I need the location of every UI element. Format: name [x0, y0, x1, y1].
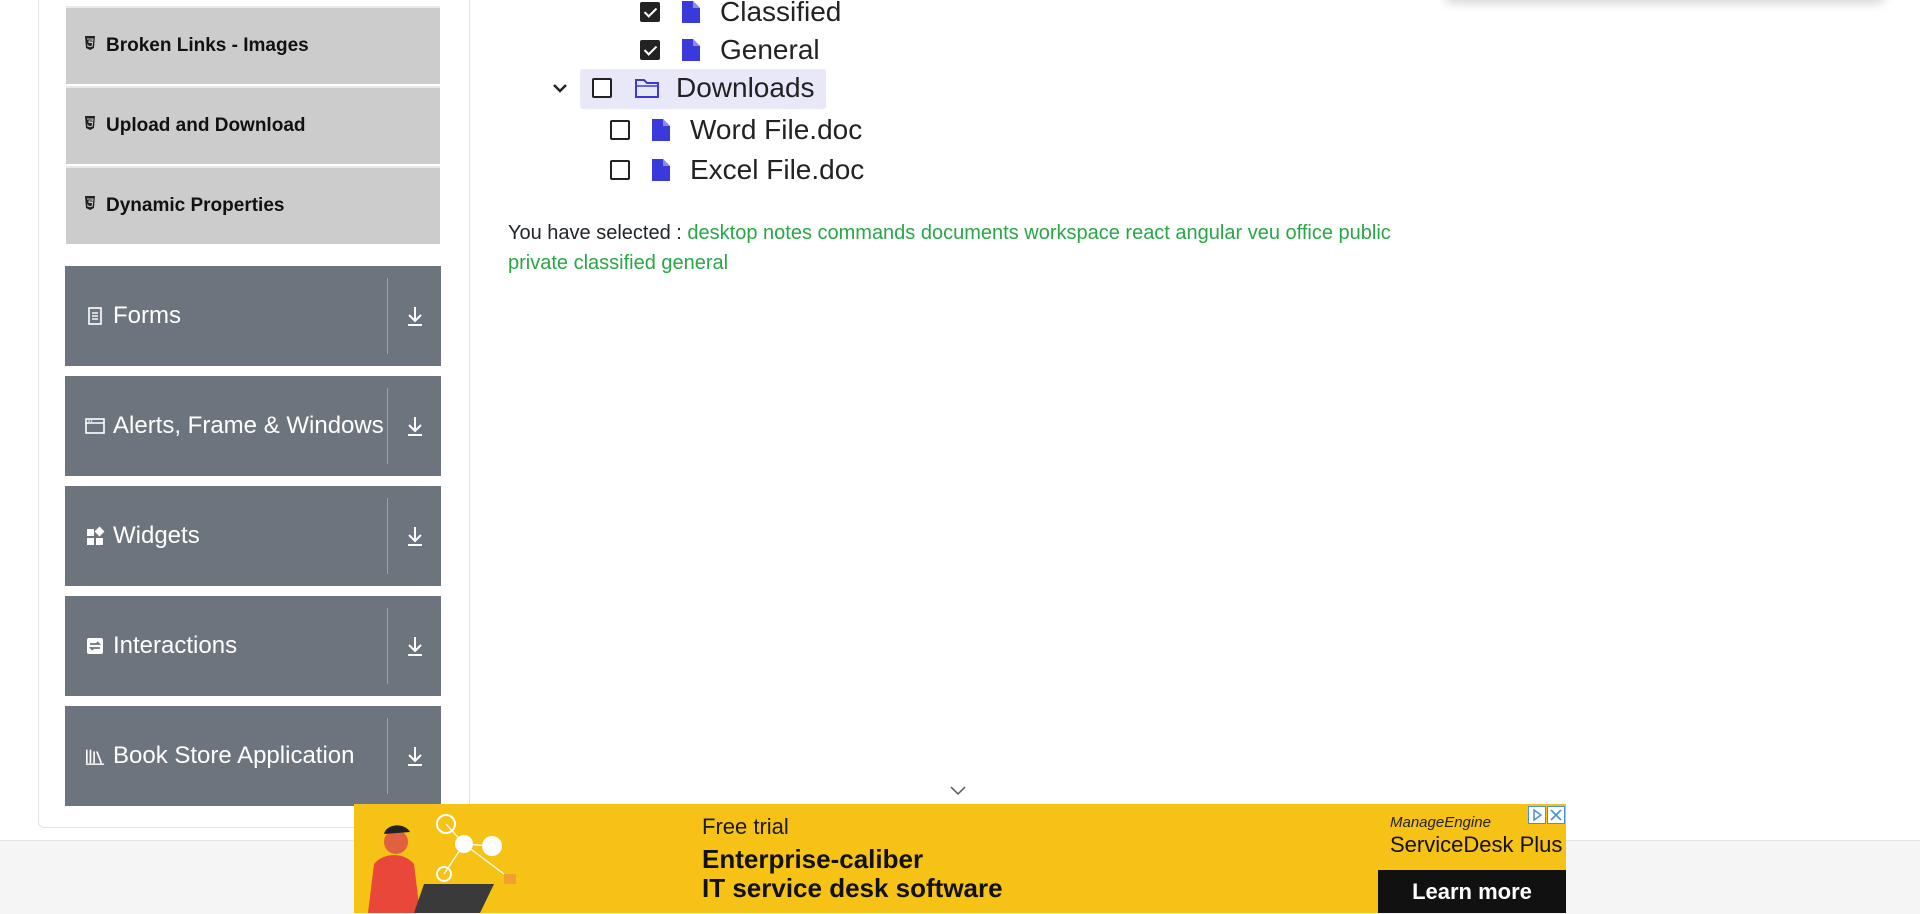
form-icon: [88, 307, 102, 325]
sidebar-group-label: Forms: [113, 302, 181, 329]
html5-icon: [85, 36, 95, 50]
interactions-icon: [87, 638, 103, 654]
chevron-down-icon[interactable]: [950, 786, 966, 796]
sidebar-item-dynamic-properties[interactable]: Dynamic Properties: [66, 166, 440, 244]
checkbox[interactable]: [640, 2, 660, 22]
tree-node-label: Classified: [720, 0, 842, 27]
sidebar-item-upload-download[interactable]: Upload and Download: [66, 86, 440, 164]
html5-icon: [85, 116, 95, 130]
result-items-line2: private classified general: [508, 252, 729, 274]
download-arrow-icon[interactable]: [405, 304, 425, 328]
divider: [387, 498, 388, 574]
selection-result: You have selected : desktop notes comman…: [508, 218, 1408, 278]
file-icon: [652, 159, 670, 181]
chevron-down-icon[interactable]: [550, 78, 570, 98]
sidebar-item-label: Dynamic Properties: [106, 195, 285, 216]
window-icon: [85, 418, 105, 434]
close-icon[interactable]: [1547, 806, 1565, 824]
divider: [387, 608, 388, 684]
widgets-icon: [87, 526, 105, 545]
checkbox[interactable]: [592, 78, 612, 98]
download-arrow-icon[interactable]: [405, 414, 425, 438]
tree-node-excel-file[interactable]: Excel File.doc: [610, 154, 864, 186]
tree-node-general[interactable]: General: [640, 34, 820, 66]
file-icon: [682, 1, 700, 23]
ad-brand-small: ManageEngine: [1390, 814, 1491, 831]
checkbox[interactable]: [610, 120, 630, 140]
file-icon: [682, 39, 700, 61]
divider: [387, 388, 388, 464]
checkbox[interactable]: [610, 160, 630, 180]
ad-brand-big: ServiceDesk Plus: [1390, 832, 1563, 857]
result-prefix: You have selected :: [508, 222, 682, 244]
tree-node-label: Downloads: [676, 72, 815, 103]
divider: [387, 718, 388, 794]
sidebar-item-label: Broken Links - Images: [106, 35, 309, 56]
ad-headline-2: IT service desk software: [702, 873, 1003, 903]
folder-icon: [635, 79, 659, 98]
download-arrow-icon[interactable]: [405, 634, 425, 658]
tree-node-word-file[interactable]: Word File.doc: [610, 114, 862, 146]
ad-free-trial: Free trial: [702, 814, 789, 839]
adchoices-icon[interactable]: [1528, 806, 1546, 824]
ad-headline-1: Enterprise-caliber: [702, 844, 924, 874]
checkbox[interactable]: [640, 40, 660, 60]
divider: [387, 278, 388, 354]
tree-node-label: Excel File.doc: [690, 154, 865, 185]
sidebar-group-label: Interactions: [113, 632, 238, 659]
sidebar-group-label: Alerts, Frame & Windows: [113, 412, 384, 439]
sidebar-group-interactions[interactable]: Interactions: [65, 596, 441, 696]
sidebar-group-alerts-frame-windows[interactable]: Alerts, Frame & Windows: [65, 376, 441, 476]
sidebar-group-book-store[interactable]: Book Store Application: [65, 706, 441, 806]
sidebar-group-forms[interactable]: Forms: [65, 266, 441, 366]
tree-node-label: General: [720, 34, 820, 65]
download-arrow-icon[interactable]: [405, 524, 425, 548]
html5-icon: [85, 196, 95, 210]
result-items-line1: desktop notes commands documents workspa…: [687, 222, 1391, 244]
sidebar-item-label: Upload and Download: [106, 115, 306, 136]
tree-node-label: Word File.doc: [690, 114, 863, 145]
download-arrow-icon[interactable]: [405, 744, 425, 768]
sidebar-group-widgets[interactable]: Widgets: [65, 486, 441, 586]
tree-node-downloads[interactable]: Downloads: [550, 72, 815, 104]
ad-illustration: [368, 814, 516, 913]
file-icon: [652, 119, 670, 141]
sidebar-group-label: Widgets: [113, 522, 200, 549]
ad-learn-more-button[interactable]: Learn more: [1378, 870, 1566, 913]
sidebar-group-label: Book Store Application: [113, 742, 355, 769]
tree-node-classified[interactable]: Classified: [640, 0, 841, 28]
books-icon: [85, 749, 105, 765]
ad-banner[interactable]: Free trial Enterprise-caliber IT service…: [354, 804, 1566, 913]
sidebar-item-broken-links-images[interactable]: Broken Links - Images: [66, 6, 440, 84]
